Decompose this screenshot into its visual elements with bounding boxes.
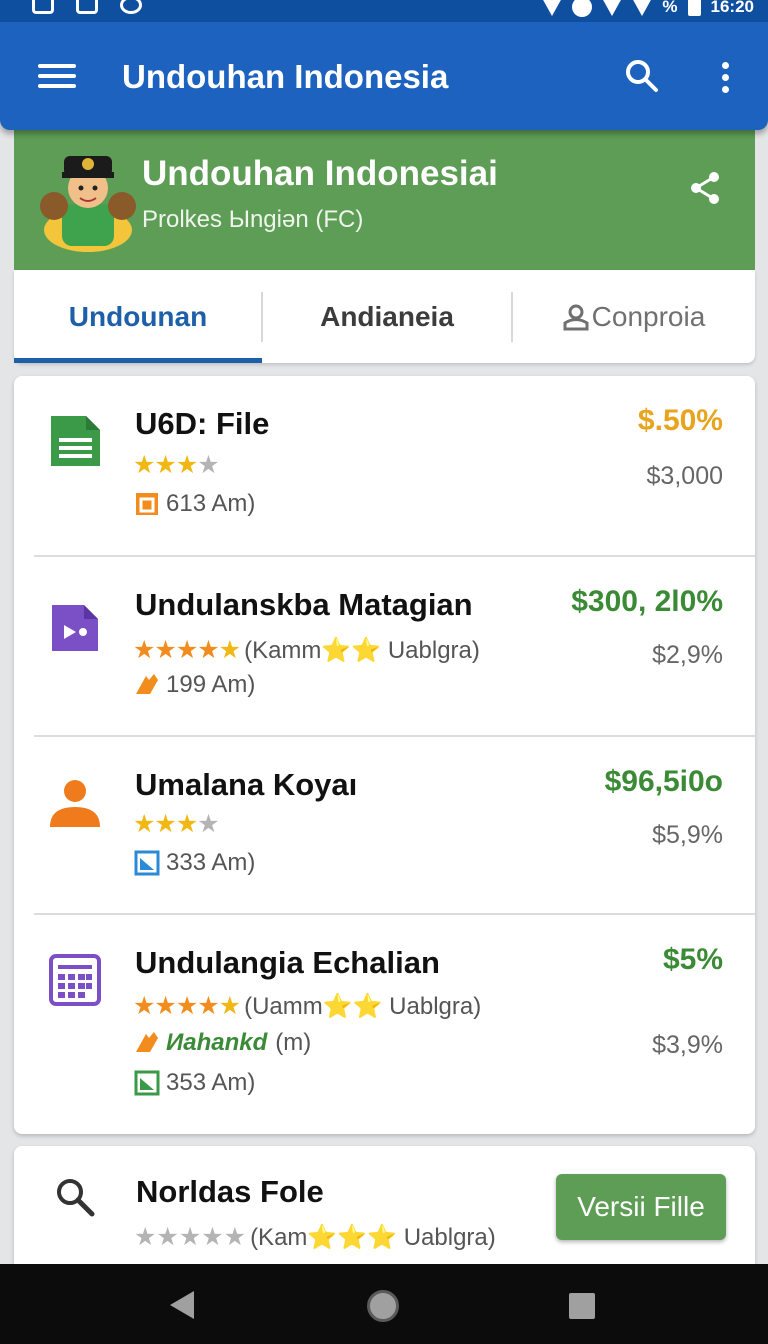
item-subprice: $3,9% (652, 1031, 723, 1059)
flame-icon (136, 674, 158, 694)
profile-title: Undouhan Indonesiai (142, 154, 498, 193)
rating-note: (Uamm⭐⭐ Uablgra) (244, 993, 482, 1020)
notification-icon (76, 0, 98, 14)
file-list: U6D: File ★★★★ 613 Am) $.50% $3,000 Undu… (14, 376, 755, 1134)
flame-icon (136, 1032, 158, 1052)
item-extra-note: (m) (275, 1029, 312, 1056)
tab-label: Andianeia (320, 300, 454, 332)
navigation-bar (0, 1264, 768, 1344)
rating-note: (Kam⭐⭐⭐ Uablgra) (250, 1224, 496, 1251)
screen: % 16:20 Undouhan Indonesia Undouhan Indo… (0, 0, 768, 1344)
notification-icon (32, 0, 54, 14)
item-price: $.50% (637, 404, 723, 437)
image-icon (134, 850, 160, 876)
item-extra: Иahankd (m) (134, 1029, 311, 1057)
recents-button[interactable] (569, 1293, 595, 1319)
tab-undounan[interactable]: Undounan (14, 270, 262, 363)
item-meta: 353 Am) (134, 1069, 255, 1097)
app-title: Undouhan Indonesia (122, 58, 449, 95)
item-subprice: $3,000 (646, 462, 723, 490)
search-icon (626, 60, 658, 92)
item-subprice: $2,9% (652, 641, 723, 669)
share-button[interactable] (688, 170, 722, 206)
signal-icon (542, 0, 563, 16)
notification-icon (120, 0, 142, 14)
tab-label: Undounan (68, 300, 208, 332)
clock: 16:20 (710, 0, 754, 16)
item-subprice: $5,9% (652, 821, 723, 849)
menu-button[interactable] (36, 60, 78, 92)
button-label: Versii Fille (577, 1191, 705, 1222)
star-rating: ★★★★ (133, 810, 220, 838)
document-icon (51, 416, 100, 466)
item-meta-text: 613 Am) (166, 490, 256, 517)
item-meta: 199 Am) (134, 671, 255, 699)
item-meta-text: 333 Am) (166, 849, 256, 876)
tab-bar: Undounan Andianeia Conproia (14, 270, 755, 363)
star-rating: ★★★★★ (Uamm⭐⭐ Uablgra) (133, 992, 482, 1020)
home-button[interactable] (367, 1290, 399, 1322)
profile-subtitle: Prolkes Ыngiən (FC) (142, 206, 364, 233)
info-icon (572, 0, 593, 17)
item-meta-text: 199 Am) (166, 671, 256, 698)
video-icon (52, 605, 98, 651)
share-icon (691, 172, 719, 204)
item-title: U6D: File (135, 406, 270, 441)
star-rating: ★★★★★ (Kamm⭐⭐ Uablgra) (133, 636, 480, 664)
rating-note: (Kamm⭐⭐ Uablgra) (244, 637, 480, 664)
avatar (32, 144, 144, 256)
tab-conproia[interactable]: Conproia (512, 270, 755, 363)
image-icon (134, 1070, 160, 1096)
battery-icon (687, 0, 701, 16)
status-bar: % 16:20 (0, 0, 768, 22)
more-options-button[interactable] (712, 58, 738, 98)
tab-andianeia[interactable]: Andianeia (262, 270, 512, 363)
item-price: $96,5i0o (604, 765, 723, 798)
wifi-icon (602, 0, 623, 16)
item-title: Umalana Koyaı (135, 767, 358, 802)
back-button[interactable] (170, 1291, 194, 1319)
grid-icon (49, 954, 101, 1006)
star-rating: ★★★★★ (Kam⭐⭐⭐ Uablgra) (134, 1223, 496, 1251)
profile-header: Undouhan Indonesiai Prolkes Ыngiən (FC) (14, 130, 755, 270)
version-file-button[interactable]: Versii Fille (556, 1174, 726, 1240)
list-item[interactable]: Undulangia Echalian ★★★★★ (Uamm⭐⭐ Uablgra… (14, 915, 755, 1134)
person-icon (50, 780, 100, 827)
item-extra-text: Иahankd (166, 1029, 268, 1056)
item-meta: 333 Am) (134, 849, 255, 877)
item-price: $5% (662, 943, 723, 976)
item-title: Undulangia Echalian (135, 945, 440, 980)
list-item[interactable]: U6D: File ★★★★ 613 Am) $.50% $3,000 (14, 376, 755, 556)
card-title: Norldas Fole (136, 1174, 324, 1209)
list-item[interactable]: Undulanskba Matagian ★★★★★ (Kamm⭐⭐ Uablgr… (14, 557, 755, 736)
list-item[interactable]: Umalana Koyaı ★★★★ 333 Am) $96,5i0o $5,9… (14, 737, 755, 914)
item-price: $300, 2l0% (571, 585, 723, 618)
person-icon (563, 304, 589, 330)
item-title: Undulanskba Matagian (135, 587, 473, 622)
search-icon (57, 1179, 95, 1217)
tab-indicator (14, 358, 262, 363)
box-icon (136, 493, 158, 515)
app-bar: Undouhan Indonesia (0, 22, 768, 130)
battery-percent: % (662, 0, 678, 16)
tab-label: Conproia (591, 300, 706, 332)
search-button[interactable] (624, 58, 660, 94)
status-right: % 16:20 (542, 0, 754, 17)
star-rating: ★★★★ (133, 451, 220, 479)
item-meta-text: 353 Am) (166, 1069, 256, 1096)
item-meta: 613 Am) (134, 490, 255, 518)
cell-icon (632, 0, 653, 16)
